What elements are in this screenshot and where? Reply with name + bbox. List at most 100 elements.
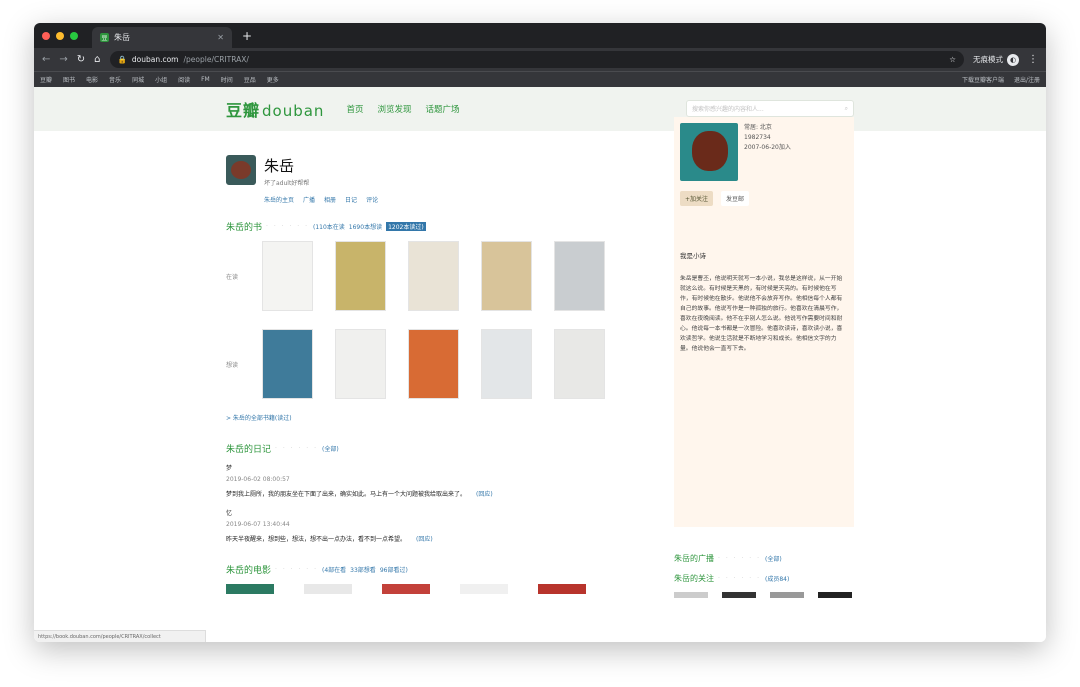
following-avatar[interactable]: [674, 592, 708, 598]
films-watching-link[interactable]: (4部在看: [322, 565, 346, 574]
tab-reviews[interactable]: 评论: [366, 195, 378, 204]
incognito-indicator[interactable]: 无痕模式 ◐: [973, 53, 1019, 66]
book-cover[interactable]: [554, 241, 605, 311]
diary-entry-title[interactable]: 梦: [226, 463, 646, 472]
menu-icon[interactable]: ⋮: [1028, 54, 1038, 65]
tab-status[interactable]: 广播: [303, 195, 315, 204]
bookmark-item[interactable]: 阅读: [178, 75, 190, 84]
bookmark-item[interactable]: 同城: [132, 75, 144, 84]
reload-button[interactable]: ↻: [77, 54, 85, 65]
avatar[interactable]: [226, 155, 256, 185]
incognito-icon: ◐: [1007, 53, 1019, 66]
profile-header: 朱岳 坏了adult好帮帮: [226, 155, 646, 187]
book-cover[interactable]: [408, 329, 459, 399]
intro-text: 朱岳是曹丕，他说明天就写一本小说，我总是这样说，从一开始就这么说。有时候是天黑的…: [680, 276, 843, 352]
films-section-header: 朱岳的电影 · · · · · · (4部在看 33部想看 96部看过): [226, 563, 646, 576]
dots: · · · · · ·: [718, 575, 761, 582]
bookmark-item[interactable]: 豆瓣: [40, 75, 52, 84]
film-poster[interactable]: [538, 584, 586, 594]
search-icon[interactable]: ⌕: [845, 105, 848, 113]
book-cover[interactable]: [262, 241, 313, 311]
login-link[interactable]: 退出/注册: [1014, 75, 1040, 84]
forward-button[interactable]: →: [59, 54, 67, 65]
following-avatar[interactable]: [722, 592, 756, 598]
book-cover[interactable]: [481, 241, 532, 311]
maximize-window-button[interactable]: [70, 31, 78, 40]
book-cover[interactable]: [335, 241, 386, 311]
following-avatar[interactable]: [818, 592, 852, 598]
following-title[interactable]: 朱岳的关注: [674, 573, 714, 584]
books-reading-link[interactable]: (110本在读: [313, 222, 345, 231]
nav-topics[interactable]: 话题广场: [425, 103, 459, 115]
address-bar[interactable]: 🔒 douban.com/people/CRITRAX/ ☆: [109, 51, 964, 68]
bookmark-item[interactable]: 电影: [86, 75, 98, 84]
minimize-window-button[interactable]: [56, 31, 64, 40]
diary-reply-link[interactable]: (回应): [416, 536, 433, 543]
dots: · · · · · ·: [718, 555, 761, 562]
diary-entry-title[interactable]: 忆: [226, 508, 646, 517]
close-tab-icon[interactable]: ✕: [217, 33, 224, 42]
diary-reply-link[interactable]: (回应): [476, 491, 493, 498]
diary-entry-text: 昨天半夜醒来，想到些，想法，想不出一点办法，看不到一点希望。: [226, 536, 407, 543]
nav-home[interactable]: 首页: [346, 103, 363, 115]
films-watched-link[interactable]: 96部看过): [380, 565, 408, 574]
bookmark-item[interactable]: 豆品: [244, 75, 256, 84]
all-books-link[interactable]: > 朱岳的全部书籍(读过): [226, 413, 646, 422]
browser-tab[interactable]: 豆 朱岳 ✕: [92, 27, 232, 48]
profile-name: 朱岳: [264, 157, 295, 175]
follow-button[interactable]: +加关注: [680, 191, 714, 206]
films-title[interactable]: 朱岳的电影: [226, 563, 271, 576]
bookmark-item[interactable]: 小组: [155, 75, 167, 84]
dots: · · · · · ·: [266, 223, 309, 230]
bookmark-item[interactable]: 图书: [63, 75, 75, 84]
book-cover[interactable]: [481, 329, 532, 399]
following-avatar[interactable]: [770, 592, 804, 598]
star-icon[interactable]: ☆: [949, 55, 956, 64]
bookmark-item[interactable]: 时间: [221, 75, 233, 84]
books-read-link[interactable]: 1202本读过): [386, 222, 426, 231]
film-poster[interactable]: [460, 584, 508, 594]
film-poster[interactable]: [226, 584, 274, 594]
download-app-link[interactable]: 下载豆瓣客户端: [962, 75, 1004, 84]
bookmark-item[interactable]: FM: [201, 76, 210, 83]
tab-album[interactable]: 相册: [324, 195, 336, 204]
message-button[interactable]: 发豆邮: [721, 191, 750, 206]
url-host: douban.com: [131, 55, 179, 64]
profile-tabs: 朱岳的主页 广播 相册 日记 评论: [264, 195, 646, 204]
status-all-link[interactable]: (全部): [765, 554, 782, 563]
film-poster[interactable]: [304, 584, 352, 594]
tab-diary[interactable]: 日记: [345, 195, 357, 204]
diary-section-header: 朱岳的日记 · · · · · · (全部): [226, 442, 646, 455]
home-button[interactable]: ⌂: [94, 54, 100, 65]
browser-window: 豆 朱岳 ✕ + ← → ↻ ⌂ 🔒 douban.com/people/CRI…: [34, 23, 1046, 642]
diary-all-link[interactable]: (全部): [322, 444, 339, 453]
profile-large-avatar[interactable]: [680, 123, 738, 181]
dots: · · · · · ·: [275, 445, 318, 452]
nav-explore[interactable]: 浏览发现: [377, 103, 411, 115]
close-window-button[interactable]: [42, 31, 50, 40]
bookmark-item[interactable]: 音乐: [109, 75, 121, 84]
book-cover[interactable]: [554, 329, 605, 399]
douban-nav: 豆瓣 douban 首页 浏览发现 话题广场 搜索你感兴趣的内容和人... ⌕: [34, 87, 1046, 131]
search-input[interactable]: 搜索你感兴趣的内容和人... ⌕: [686, 100, 854, 117]
status-section-header: 朱岳的广播 · · · · · · (全部): [674, 553, 782, 564]
tab-home[interactable]: 朱岳的主页: [264, 195, 294, 204]
book-cover[interactable]: [408, 241, 459, 311]
douban-logo[interactable]: 豆瓣 douban: [226, 97, 324, 121]
intro-title: 我是小诗: [680, 252, 706, 260]
new-tab-button[interactable]: +: [242, 29, 252, 43]
bookmark-item[interactable]: 更多: [267, 75, 279, 84]
search-placeholder: 搜索你感兴趣的内容和人...: [692, 106, 764, 113]
diary-title[interactable]: 朱岳的日记: [226, 442, 271, 455]
status-title[interactable]: 朱岳的广播: [674, 553, 714, 564]
profile-sidebar: 常居: 北京 1982734 2007-06-20加入 +加关注 发豆邮 我是小…: [674, 117, 854, 527]
books-title[interactable]: 朱岳的书: [226, 220, 262, 233]
main-content: 朱岳 坏了adult好帮帮 朱岳的主页 广播 相册 日记 评论 朱岳的书 · ·…: [226, 155, 646, 594]
book-cover[interactable]: [335, 329, 386, 399]
following-all-link[interactable]: (成员84): [765, 574, 789, 583]
book-cover[interactable]: [262, 329, 313, 399]
back-button[interactable]: ←: [42, 54, 50, 65]
film-poster[interactable]: [382, 584, 430, 594]
books-wish-link[interactable]: 1690本想读: [349, 222, 382, 231]
films-wish-link[interactable]: 33部想看: [350, 565, 376, 574]
